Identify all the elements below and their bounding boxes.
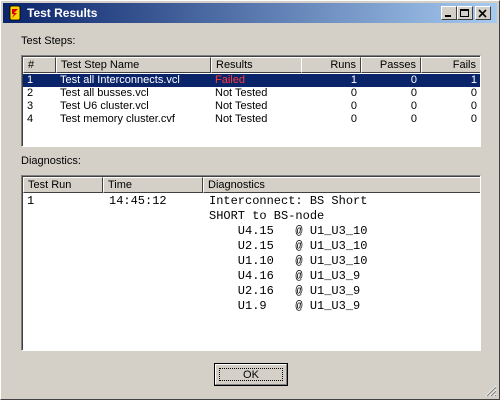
diagnostics-label: Diagnostics: [21, 155, 81, 167]
row-passes: 0 [410, 87, 417, 99]
app-icon [7, 5, 23, 21]
window-title: Test Results [27, 6, 98, 20]
column-header-runs[interactable]: Runs [301, 57, 361, 73]
row-fails: 0 [470, 113, 477, 125]
title-bar[interactable]: Test Results [3, 3, 497, 23]
row-name: Test U6 cluster.vcl [60, 100, 149, 112]
row-runs: 1 [350, 74, 357, 86]
row-runs: 0 [350, 113, 357, 125]
column-header-diagnostics[interactable]: Diagnostics [203, 177, 480, 193]
row-fails: 0 [470, 87, 477, 99]
row-name: Test all busses.vcl [60, 87, 149, 99]
column-header-test-run[interactable]: Test Run [23, 177, 103, 193]
row-num: 3 [27, 100, 34, 112]
minimize-button[interactable] [441, 6, 457, 20]
row-num: 4 [27, 113, 34, 125]
row-runs: 0 [350, 100, 357, 112]
column-header-time[interactable]: Time [103, 177, 203, 193]
test-steps-label: Test Steps: [21, 35, 76, 47]
ok-button-label: OK [243, 369, 259, 381]
diag-run: 1 [27, 194, 35, 208]
row-passes: 0 [410, 113, 417, 125]
table-row[interactable]: 4 Test memory cluster.cvf Not Tested 0 0… [23, 113, 480, 126]
diag-line: SHORT to BS-node [209, 209, 325, 223]
table-row[interactable]: 3 Test U6 cluster.vcl Not Tested 0 0 0 [23, 100, 480, 113]
column-header-passes[interactable]: Passes [361, 57, 421, 73]
table-row[interactable]: 1 Test all Interconnects.vcl Failed 1 0 … [23, 74, 480, 87]
minimize-icon [445, 15, 451, 17]
diag-line: U4.15 @ U1_U3_10 [209, 224, 368, 238]
maximize-icon [460, 9, 469, 17]
row-num: 2 [27, 87, 34, 99]
row-runs: 0 [350, 87, 357, 99]
row-result: Not Tested [215, 113, 268, 125]
diag-line: U2.15 @ U1_U3_10 [209, 239, 368, 253]
column-header-num[interactable]: # [23, 57, 56, 73]
row-fails: 0 [470, 100, 477, 112]
row-passes: 0 [410, 74, 417, 86]
column-header-fails[interactable]: Fails [421, 57, 480, 73]
row-fails: 1 [470, 74, 477, 86]
diag-line: U1.10 @ U1_U3_10 [209, 254, 368, 268]
diag-time: 14:45:12 [109, 194, 167, 208]
row-result: Not Tested [215, 100, 268, 112]
row-name: Test all Interconnects.vcl [60, 74, 180, 86]
row-num: 1 [27, 74, 34, 86]
resize-grip-icon[interactable] [485, 385, 497, 397]
close-icon [478, 9, 487, 18]
table-row[interactable]: 2 Test all busses.vcl Not Tested 0 0 0 [23, 87, 480, 100]
diag-line: U1.9 @ U1_U3_9 [209, 299, 361, 313]
test-results-window: Test Results Test Steps: # Test Step Nam… [0, 0, 500, 400]
maximize-button[interactable] [457, 6, 473, 20]
diag-message-block: Interconnect: BS Short SHORT to BS-node … [209, 194, 367, 314]
diag-line: U4.16 @ U1_U3_9 [209, 269, 361, 283]
diagnostics-list[interactable]: Test Run Time Diagnostics 1 14:45:12 Int… [21, 175, 481, 351]
diag-line: Interconnect: BS Short [209, 194, 368, 208]
column-header-name[interactable]: Test Step Name [56, 57, 211, 73]
row-name: Test memory cluster.cvf [60, 113, 175, 125]
close-button[interactable] [475, 6, 491, 20]
diag-line: U2.16 @ U1_U3_9 [209, 284, 361, 298]
test-steps-list[interactable]: # Test Step Name Results Runs Passes Fai… [21, 55, 481, 147]
row-result: Not Tested [215, 87, 268, 99]
row-passes: 0 [410, 100, 417, 112]
row-result: Failed [215, 74, 245, 86]
ok-button[interactable]: OK [214, 363, 288, 386]
